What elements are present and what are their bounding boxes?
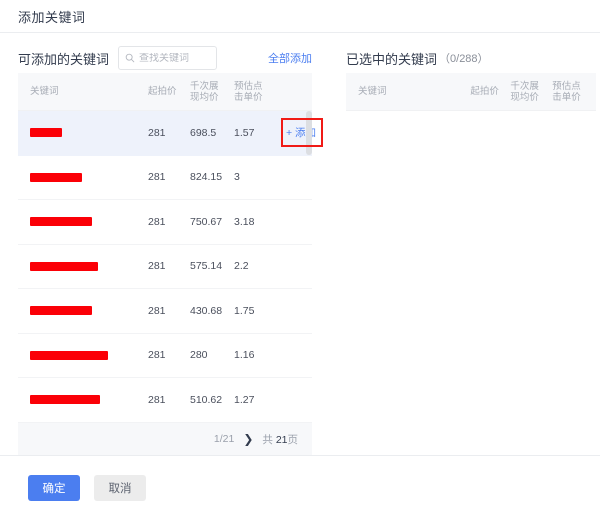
table-row[interactable]: 281510.621.27 <box>18 378 312 423</box>
dialog-title: 添加关键词 <box>18 7 86 26</box>
column-header-start-price-selected: 起拍价 <box>470 86 510 97</box>
available-keywords-table: 关键词 起拍价 千次展 现均价 预估点 击单价 281698.51.57+ 添加… <box>18 73 312 456</box>
table-scrollbar-thumb[interactable] <box>306 111 312 155</box>
available-panel-label: 可添加的关键词 <box>18 49 109 68</box>
column-header-impression-price-selected: 千次展 现均价 <box>510 81 552 103</box>
search-icon <box>125 53 135 63</box>
dialog-titlebar: 添加关键词 <box>0 0 600 32</box>
confirm-button[interactable]: 确定 <box>28 475 80 501</box>
cell-start-price: 281 <box>148 216 190 228</box>
redaction-bar <box>30 217 92 226</box>
cell-est-cpc: 1.75 <box>234 305 280 317</box>
cell-start-price: 281 <box>148 394 190 406</box>
table-row[interactable]: 281698.51.57+ 添加 <box>18 111 312 156</box>
cell-impression-price: 750.67 <box>190 216 234 228</box>
add-keywords-dialog: 添加关键词 可添加的关键词 全部添加 关键词 起拍价 <box>0 0 600 520</box>
redaction-bar <box>30 173 82 182</box>
pagination: 1/21 ❯ 共 21页 <box>18 423 312 456</box>
chevron-right-icon[interactable]: ❯ <box>243 433 253 445</box>
cell-impression-price: 280 <box>190 349 234 361</box>
cell-keyword <box>30 173 148 182</box>
redaction-bar <box>30 351 108 360</box>
cell-keyword <box>30 351 148 360</box>
cell-est-cpc: 3 <box>234 171 280 183</box>
cell-est-cpc: 1.57 <box>234 127 280 139</box>
dialog-footer: 确定 取消 <box>0 456 600 520</box>
search-box[interactable] <box>118 46 217 70</box>
table-row[interactable]: 281430.681.75 <box>18 289 312 334</box>
selected-panel-label: 已选中的关键词 <box>346 49 437 68</box>
pagination-current: 1/21 <box>214 433 234 445</box>
cell-est-cpc: 1.16 <box>234 349 280 361</box>
redaction-bar <box>30 395 100 404</box>
cell-start-price: 281 <box>148 305 190 317</box>
cell-impression-price: 510.62 <box>190 394 234 406</box>
selected-panel-header: 已选中的关键词 （0/288） <box>346 33 582 73</box>
available-table-body: 281698.51.57+ 添加281824.153281750.673.182… <box>18 111 312 423</box>
column-header-keyword: 关键词 <box>30 86 148 97</box>
table-row[interactable]: 281824.153 <box>18 156 312 201</box>
cell-impression-price: 698.5 <box>190 127 234 139</box>
cell-est-cpc: 2.2 <box>234 260 280 272</box>
cell-keyword <box>30 306 148 315</box>
selected-table-header: 关键词 起拍价 千次展 现均价 预估点 击单价 <box>346 73 596 111</box>
cell-impression-price: 430.68 <box>190 305 234 317</box>
available-keywords-panel: 可添加的关键词 全部添加 关键词 起拍价 千次展 现均价 <box>0 33 330 456</box>
cell-est-cpc: 1.27 <box>234 394 280 406</box>
column-header-est-cpc-selected: 预估点 击单价 <box>552 81 596 103</box>
search-input[interactable] <box>139 53 210 64</box>
selected-keywords-panel: 已选中的关键词 （0/288） 关键词 起拍价 千次展 现均价 预估点 击单价 <box>330 33 600 456</box>
table-scrollbar[interactable] <box>306 111 312 403</box>
available-panel-header: 可添加的关键词 全部添加 <box>18 33 312 73</box>
selected-panel-count: （0/288） <box>439 50 489 66</box>
table-row[interactable]: 2812801.16 <box>18 334 312 379</box>
available-table-header: 关键词 起拍价 千次展 现均价 预估点 击单价 <box>18 73 312 111</box>
cancel-button[interactable]: 取消 <box>94 475 146 501</box>
pagination-total: 共 21页 <box>262 432 298 447</box>
cell-start-price: 281 <box>148 349 190 361</box>
table-row[interactable]: 281575.142.2 <box>18 245 312 290</box>
column-header-start-price: 起拍价 <box>148 86 190 97</box>
redaction-bar <box>30 262 98 271</box>
panels-container: 可添加的关键词 全部添加 关键词 起拍价 千次展 现均价 <box>0 33 600 456</box>
add-all-link[interactable]: 全部添加 <box>268 50 312 66</box>
table-row[interactable]: 281750.673.18 <box>18 200 312 245</box>
cell-impression-price: 575.14 <box>190 260 234 272</box>
cell-start-price: 281 <box>148 127 190 139</box>
cell-est-cpc: 3.18 <box>234 216 280 228</box>
cell-start-price: 281 <box>148 260 190 272</box>
cell-keyword <box>30 128 148 137</box>
cell-keyword <box>30 395 148 404</box>
cell-keyword <box>30 217 148 226</box>
cell-keyword <box>30 262 148 271</box>
redaction-bar <box>30 306 92 315</box>
column-header-impression-price: 千次展 现均价 <box>190 81 234 103</box>
column-header-keyword-selected: 关键词 <box>358 86 470 97</box>
cell-impression-price: 824.15 <box>190 171 234 183</box>
column-header-est-cpc: 预估点 击单价 <box>234 81 280 103</box>
cell-start-price: 281 <box>148 171 190 183</box>
redaction-bar <box>30 128 62 137</box>
selected-keywords-table: 关键词 起拍价 千次展 现均价 预估点 击单价 <box>346 73 596 111</box>
